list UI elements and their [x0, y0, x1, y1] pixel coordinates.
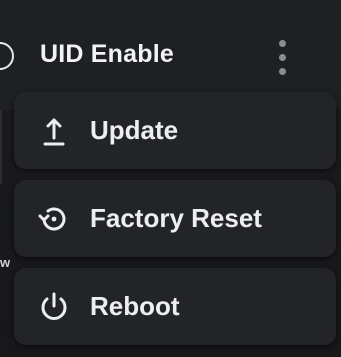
left-divider — [0, 110, 2, 184]
uid-enable-radio[interactable] — [0, 42, 14, 70]
factory-reset-icon — [36, 201, 72, 237]
left-edge-glyph: w — [0, 255, 11, 270]
menu-item-update-label: Update — [90, 115, 179, 145]
uid-enable-label: UID Enable — [40, 40, 174, 68]
menu-item-reboot-label: Reboot — [90, 291, 180, 321]
menu-item-factory-reset[interactable]: Factory Reset — [14, 180, 336, 257]
power-icon — [36, 289, 72, 325]
menu-item-reboot[interactable]: Reboot — [14, 268, 336, 345]
menu-item-update[interactable]: Update — [14, 92, 336, 169]
upload-arrow-icon — [36, 113, 72, 149]
menu-item-factory-reset-label: Factory Reset — [90, 203, 262, 233]
kebab-vertical-icon[interactable] — [276, 38, 290, 78]
